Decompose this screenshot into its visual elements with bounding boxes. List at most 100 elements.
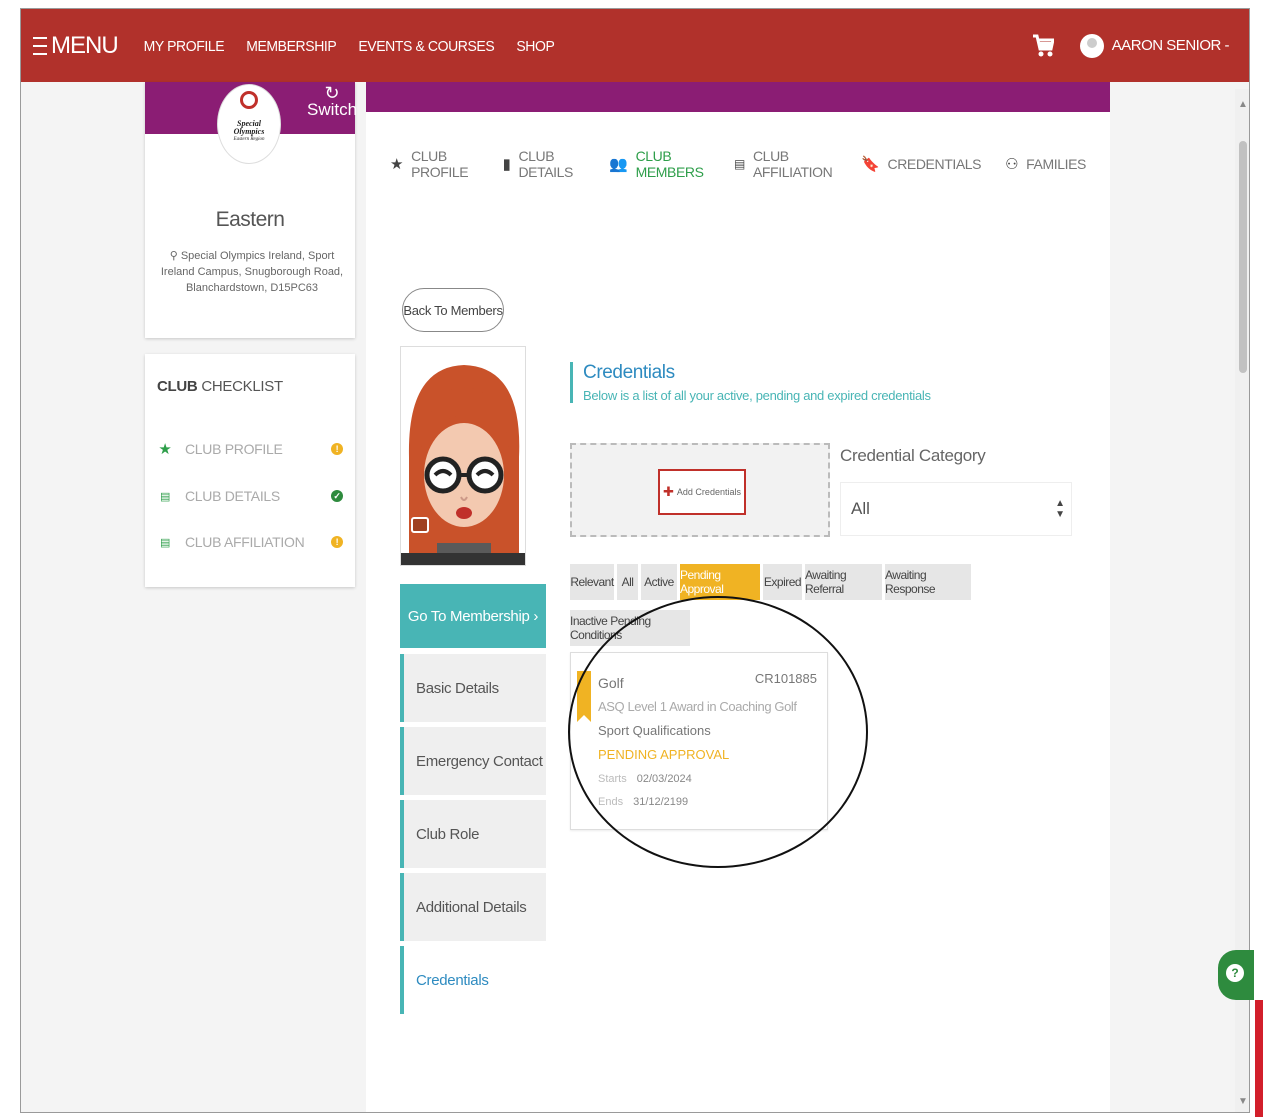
- nav-link-shop[interactable]: SHOP: [516, 37, 554, 54]
- go-to-membership-button[interactable]: Go To Membership ›: [400, 584, 546, 648]
- camera-icon[interactable]: [411, 517, 429, 533]
- club-logo: Special Olympics Eastern Region: [217, 84, 281, 164]
- credential-type: Sport Qualifications: [598, 723, 711, 738]
- tab-credentials[interactable]: 🔖 CREDENTIALS: [861, 155, 981, 173]
- tab-label: CREDENTIALS: [887, 156, 982, 172]
- id-card-icon: ▤: [159, 490, 171, 503]
- credential-id: CR101885: [754, 671, 817, 686]
- member-avatar[interactable]: [400, 346, 526, 566]
- nav-link-events-courses[interactable]: EVENTS & COURSES: [358, 37, 494, 54]
- purple-header-bar: [366, 82, 1110, 112]
- switch-club-button[interactable]: ↻ Switch: [307, 83, 357, 120]
- refresh-icon: ↻: [324, 83, 340, 103]
- credential-sport: Golf: [598, 675, 624, 691]
- side-tab-credentials[interactable]: Credentials: [400, 946, 546, 1014]
- warning-status-icon: !: [331, 443, 343, 455]
- checklist-title-rest: CHECKLIST: [201, 378, 283, 395]
- tab-label: FAMILIES: [1026, 156, 1086, 172]
- credential-end-date: Ends 31/12/2199: [598, 796, 688, 808]
- tab-families[interactable]: ⚇ FAMILIES: [1005, 155, 1086, 173]
- logo-text-2: Olympics: [233, 127, 265, 136]
- scroll-thumb[interactable]: [1239, 141, 1247, 373]
- star-icon: ★: [158, 441, 172, 458]
- credential-category-select[interactable]: All ▲ ▼: [840, 482, 1072, 536]
- user-menu[interactable]: AARON SENIOR -: [1111, 37, 1230, 54]
- red-edge-decoration: [1255, 1000, 1263, 1117]
- side-tab-club-role[interactable]: Club Role: [400, 800, 546, 868]
- nav-link-my-profile[interactable]: MY PROFILE: [144, 37, 225, 54]
- add-credentials-label: Add Credentials: [676, 487, 741, 497]
- select-arrows-icon: ▲ ▼: [1055, 498, 1065, 520]
- club-subnav: ★ CLUB PROFILE ▮ CLUB DETAILS 👥 CLUB MEMBER…: [390, 148, 1110, 180]
- hamburger-icon: [33, 36, 47, 55]
- tab-club-members[interactable]: 👥 CLUB MEMBERS: [609, 148, 710, 180]
- checklist-item-club-details[interactable]: ▤ CLUB DETAILS ✓: [157, 485, 343, 507]
- side-tab-additional-details[interactable]: Additional Details: [400, 873, 546, 941]
- user-avatar-icon[interactable]: [1079, 33, 1104, 58]
- side-tab-basic-details[interactable]: Basic Details: [400, 654, 546, 722]
- credential-category-label: Credential Category: [840, 446, 986, 465]
- menu-label: MENU: [51, 31, 119, 59]
- checklist-item-label: CLUB DETAILS: [185, 488, 280, 504]
- side-tab-emergency-contact[interactable]: Emergency Contact: [400, 727, 546, 795]
- family-icon: ⚇: [1005, 156, 1019, 173]
- tab-label: CLUB AFFILIATION: [752, 148, 833, 180]
- credentials-header: Credentials Below is a list of all your …: [570, 362, 931, 403]
- checklist-item-club-affiliation[interactable]: ▤ CLUB AFFILIATION !: [157, 531, 343, 553]
- bookmark-icon: 🔖: [861, 156, 880, 173]
- scroll-down-icon[interactable]: ▼: [1238, 1096, 1248, 1107]
- logo-text-3: Eastern Region: [233, 137, 265, 142]
- filter-inactive-pending-conditions[interactable]: Inactive Pending Conditions: [570, 610, 690, 646]
- avatar-illustration: [401, 347, 525, 565]
- help-button[interactable]: ?: [1218, 950, 1254, 1000]
- tab-club-profile[interactable]: ★ CLUB PROFILE: [390, 148, 479, 180]
- id-card-icon: ▤: [734, 157, 745, 171]
- tab-club-details[interactable]: ▮ CLUB DETAILS: [503, 148, 586, 180]
- check-status-icon: ✓: [331, 490, 343, 502]
- filter-awaiting-response[interactable]: Awaiting Response: [885, 564, 971, 600]
- filter-all[interactable]: All: [617, 564, 638, 600]
- tab-label: CLUB DETAILS: [518, 148, 573, 180]
- filter-active[interactable]: Active: [641, 564, 677, 600]
- credential-card[interactable]: Golf CR101885 ASQ Level 1 Award in Coach…: [570, 652, 828, 830]
- screen: MENU MY PROFILE MEMBERSHIP EVENTS & COUR…: [0, 0, 1263, 1117]
- users-icon: 👥: [609, 156, 628, 173]
- club-name: Eastern: [215, 208, 285, 231]
- checklist-item-label: CLUB AFFILIATION: [185, 534, 305, 550]
- scroll-up-icon[interactable]: ▲: [1238, 99, 1248, 110]
- starts-value: 02/03/2024: [636, 773, 692, 785]
- credentials-subtitle: Below is a list of all your active, pend…: [583, 388, 931, 403]
- ends-value: 31/12/2199: [633, 796, 689, 808]
- menu-button[interactable]: MENU: [33, 31, 119, 60]
- id-card-icon: ▤: [159, 536, 171, 549]
- ends-label: Ends: [598, 796, 624, 808]
- back-to-members-button[interactable]: Back To Members: [402, 288, 504, 332]
- credential-category-value: All: [851, 499, 870, 518]
- user-caret: -: [1224, 37, 1230, 54]
- award-ribbon-icon: [577, 671, 591, 722]
- add-credentials-button[interactable]: ✚ Add Credentials: [658, 469, 746, 515]
- cart-icon[interactable]: [1032, 34, 1055, 58]
- tab-label: CLUB PROFILE: [411, 148, 469, 180]
- user-name: AARON SENIOR: [1111, 37, 1222, 54]
- filter-relevant[interactable]: Relevant: [570, 564, 614, 600]
- nav-link-membership[interactable]: MEMBERSHIP: [246, 37, 337, 54]
- filter-pending-approval[interactable]: Pending Approval: [680, 564, 760, 600]
- credentials-title: Credentials: [583, 362, 675, 383]
- tab-club-affiliation[interactable]: ▤ CLUB AFFILIATION: [734, 148, 837, 180]
- filter-awaiting-referral[interactable]: Awaiting Referral: [805, 564, 882, 600]
- add-credentials-dropzone: ✚ Add Credentials: [570, 443, 830, 537]
- credential-status: PENDING APPROVAL: [598, 747, 730, 762]
- checklist-item-club-profile[interactable]: ★ CLUB PROFILE !: [157, 438, 343, 460]
- tab-label: CLUB MEMBERS: [635, 148, 704, 180]
- warning-status-icon: !: [331, 536, 343, 548]
- special-olympics-logo-icon: [240, 91, 258, 109]
- top-navbar: MENU MY PROFILE MEMBERSHIP EVENTS & COUR…: [21, 9, 1249, 82]
- club-address: ⚲ Special Olympics Ireland, Sport Irelan…: [157, 248, 347, 296]
- location-pin-icon: ⚲: [169, 250, 181, 262]
- filter-expired[interactable]: Expired: [763, 564, 802, 600]
- question-icon: ?: [1226, 964, 1244, 982]
- main-panel: ★ CLUB PROFILE ▮ CLUB DETAILS 👥 CLUB MEMBER…: [366, 112, 1110, 1112]
- club-checklist: CLUB CHECKLIST ★ CLUB PROFILE ! ▤ CLUB D…: [145, 354, 355, 587]
- club-address-text: Special Olympics Ireland, Sport Ireland …: [160, 250, 344, 294]
